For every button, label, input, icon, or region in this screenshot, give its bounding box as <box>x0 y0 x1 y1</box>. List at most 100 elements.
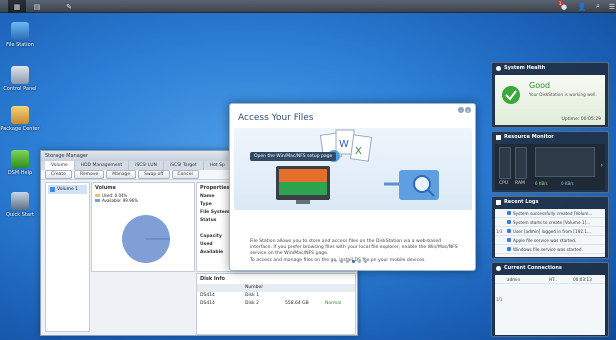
taskbar-storage-manager[interactable]: ▤ <box>28 0 46 13</box>
log-row[interactable]: System starts to create [Volume 1]... <box>495 218 605 227</box>
help-icon <box>11 150 29 168</box>
connection-icon <box>496 265 501 271</box>
quick-start-icon <box>11 192 29 210</box>
legend-available: Available: 99.96% <box>92 198 194 203</box>
log-row[interactable]: Windows file service was started. <box>495 245 605 254</box>
remove-button[interactable]: Remove <box>73 170 105 179</box>
log-icon <box>496 199 501 205</box>
svg-text:X: X <box>355 146 362 157</box>
storage-icon: ▤ <box>33 2 41 11</box>
tab-volume[interactable]: Volume <box>45 161 75 170</box>
info-icon <box>507 211 511 215</box>
system-health-widget: System Health Good Your DiskStation is w… <box>491 62 609 128</box>
notifications-button[interactable]: 1 ● <box>556 0 572 13</box>
user-button[interactable]: 👤 <box>574 0 590 13</box>
window-title: Storage Manager <box>45 153 89 159</box>
health-icon <box>496 65 501 71</box>
volume-list-item[interactable]: Volume 1 <box>48 185 87 194</box>
disk-info-panel: Disk Info Number DS414 Disk 1 DS414 Disk… <box>196 273 356 335</box>
taskbar: ▦ ▤ ✎ 1 ● 👤 ⌕ ☰ <box>0 0 616 13</box>
info-icon <box>507 238 511 242</box>
next-arrow-icon[interactable]: › <box>370 258 372 265</box>
tab-iscsi-lun[interactable]: iSCSI LUN <box>129 161 164 170</box>
check-icon <box>502 86 520 104</box>
carousel-dot[interactable] <box>358 259 361 263</box>
notification-badge: 1 <box>558 1 563 6</box>
manage-button[interactable]: Manage <box>106 170 137 179</box>
cpu-label: CPU <box>499 181 509 186</box>
prev-arrow-icon[interactable]: ‹ <box>335 258 337 265</box>
volume-list: Volume 1 <box>45 182 90 332</box>
options-icon: ☰ <box>608 2 616 11</box>
table-row[interactable]: DS414 Disk 2 558.64 GB Normal <box>197 300 355 308</box>
widget-panel: System Health Good Your DiskStation is w… <box>491 62 609 337</box>
section-header: Disk Info <box>200 276 225 282</box>
dialog-controls: – × <box>458 107 471 113</box>
cancel-button[interactable]: Cancel <box>171 170 199 179</box>
dialog-title: Access Your Files <box>238 113 314 123</box>
resource-body: CPU RAM 6 KB/s 0 KB/s › <box>495 144 605 190</box>
network-graph <box>535 147 595 177</box>
connection-row[interactable]: admin HT.. 00:03:13 <box>495 275 605 284</box>
tab-hot-spare[interactable]: Hot Sp <box>204 161 232 170</box>
setup-page-tooltip[interactable]: Open the Win/Mac/NFS setup page <box>250 152 337 161</box>
tab-hdd-management[interactable]: HDD Management <box>75 161 130 170</box>
log-row[interactable]: System successfully created [Volum... <box>495 209 605 218</box>
info-icon <box>507 220 511 224</box>
info-icon <box>507 229 511 233</box>
desktop-icon-file-station[interactable]: File Station <box>0 22 40 48</box>
taskbar-file-station[interactable]: ✎ <box>60 0 78 13</box>
create-button[interactable]: Create <box>45 170 72 179</box>
tab-iscsi-target[interactable]: iSCSI Target <box>164 161 204 170</box>
uptime: Uptime: 00:05:29 <box>561 117 601 122</box>
user-icon: 👤 <box>577 2 587 11</box>
desktop-icon-control-panel[interactable]: Control Panel <box>0 66 40 92</box>
volume-icon <box>50 187 55 192</box>
carousel-dot[interactable] <box>346 259 349 263</box>
carousel-dot[interactable] <box>340 259 343 263</box>
close-icon[interactable]: × <box>465 107 471 113</box>
carousel-dot[interactable] <box>352 259 355 263</box>
desktop-icon-quick-start[interactable]: Quick Start <box>0 192 40 218</box>
section-header: Volume <box>95 185 116 191</box>
widget-header: Current Connections <box>492 263 608 273</box>
log-row[interactable]: User [admin] logged in from [192.1... <box>495 227 605 236</box>
health-body: Good Your DiskStation is working well. U… <box>495 75 605 125</box>
monitor-icon <box>496 134 501 140</box>
table-row[interactable]: DS414 Disk 1 <box>197 292 355 300</box>
control-panel-icon <box>11 66 29 84</box>
desktop-icon-dsm-help[interactable]: DSM Help <box>0 150 40 176</box>
widget-header: Resource Monitor <box>492 132 608 142</box>
current-connections-widget: Current Connections 1/1 admin HT.. 00:03… <box>491 262 609 337</box>
options-button[interactable]: ☰ <box>604 0 616 13</box>
desktop-icon-package-center[interactable]: Package Center <box>0 106 40 132</box>
table-header-row: Number <box>197 284 355 292</box>
connections-body: 1/1 admin HT.. 00:03:13 <box>495 275 605 335</box>
ram-meter <box>515 147 527 179</box>
widget-header: Recent Logs <box>492 197 608 207</box>
grid-icon: ▦ <box>13 2 21 11</box>
illustration: W X <box>234 128 472 210</box>
legend-swatch <box>95 194 100 197</box>
download-rate: 0 KB/s <box>561 181 574 186</box>
ram-label: RAM <box>515 181 525 186</box>
carousel-nav: ‹ › <box>230 256 477 266</box>
logs-body: 1/3 System successfully created [Volum..… <box>495 209 605 257</box>
package-icon <box>11 106 29 124</box>
swap-off-button[interactable]: Swap off <box>138 170 170 179</box>
log-row[interactable]: Apple file service was started. <box>495 236 605 245</box>
minimize-icon[interactable]: – <box>458 107 464 113</box>
health-desc: Your DiskStation is working well. <box>529 92 597 97</box>
health-status: Good <box>529 81 551 90</box>
volume-usage-panel: Volume Used: 0.04% Available: 99.96% <box>91 182 195 272</box>
info-icon <box>507 247 511 251</box>
main-menu-button[interactable]: ▦ <box>8 0 26 13</box>
svg-text:W: W <box>339 139 349 150</box>
connections-pager: 1/1 <box>496 297 503 302</box>
folder-search-icon <box>11 22 29 40</box>
usage-pie-chart <box>122 215 170 263</box>
search-icon: ⌕ <box>596 2 600 10</box>
next-arrow-icon[interactable]: › <box>601 162 603 169</box>
illustration-art: W X <box>276 129 439 204</box>
carousel-dot[interactable] <box>364 259 367 263</box>
